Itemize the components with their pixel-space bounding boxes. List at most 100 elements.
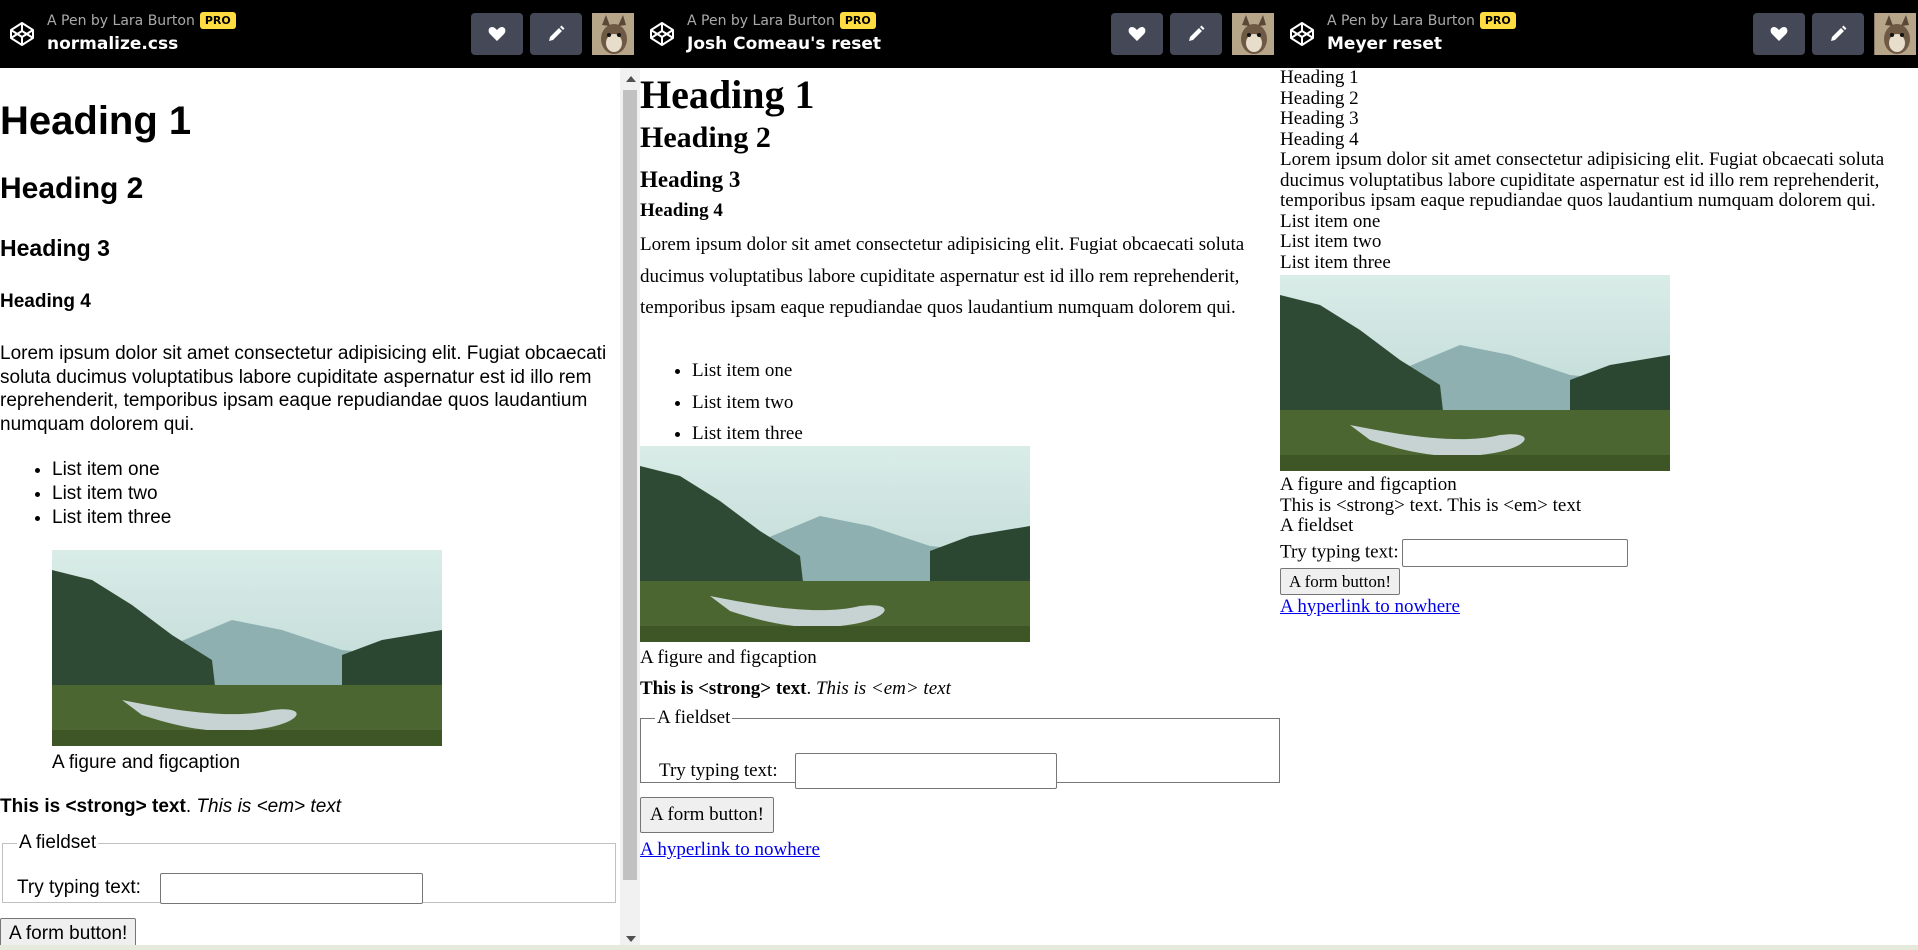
pen-byline[interactable]: A Pen by Lara Burton PRO [687,12,876,30]
heart-button[interactable] [471,13,523,55]
form-button[interactable]: A form button! [1280,567,1400,595]
avatar[interactable] [1874,13,1916,55]
avatar-image [1232,13,1274,55]
pen-byline[interactable]: A Pen by Lara Burton PRO [47,12,236,30]
heading-2: Heading 2 [0,172,144,205]
list-item: List item one [1280,210,1381,232]
pen-header: A Pen by Lara Burton PRO Meyer reset [1280,0,1918,68]
codepen-logo-icon[interactable] [1288,20,1316,48]
pencil-icon [549,25,565,41]
pen-byline[interactable]: A Pen by Lara Burton PRO [1327,12,1516,30]
bottom-edge [0,945,1918,950]
strong-text: This is <strong> text [640,678,807,699]
text-input[interactable] [160,873,423,904]
list-item: List item two [1280,231,1382,252]
landscape-image [640,446,1030,642]
input-label: Try typing text: [1280,540,1399,562]
heart-icon [1128,27,1146,41]
text-input[interactable] [795,753,1057,789]
heart-button[interactable] [1111,13,1163,55]
pencil-icon [1831,25,1847,41]
fieldset-legend: A fieldset [657,707,731,728]
heading-1: Heading 1 [640,72,815,117]
separator: . [1438,494,1443,516]
demo-list: List item one List item two List item th… [0,458,171,530]
figcaption: A figure and figcaption [1280,474,1457,495]
list-item: List item three [692,418,803,450]
pro-badge: PRO [199,12,236,29]
lorem-paragraph: Lorem ipsum dolor sit amet consectetur a… [1280,149,1885,211]
avatar-image [592,13,634,55]
landscape-image [52,550,442,746]
avatar-image [1875,13,1916,55]
strong-em-line: This is <strong> text. This is <em> text [1280,494,1918,517]
heading-3: Heading 3 [0,235,110,261]
preview-content: Heading 1 Heading 2 Heading 3 Heading 4 … [0,68,620,950]
heart-icon [1770,27,1788,41]
lorem-paragraph: Lorem ipsum dolor sit amet consectetur a… [640,234,1245,318]
pencil-icon [1189,25,1205,41]
list-item: List item three [52,506,171,530]
scroll-down-arrow-icon[interactable] [626,936,636,942]
edit-button[interactable] [1170,13,1222,55]
pro-badge: PRO [1479,12,1516,29]
pen-title[interactable]: Josh Comeau's reset [687,33,881,55]
heading-4: Heading 4 [640,200,723,221]
list-item: List item one [692,355,803,387]
pen-header: A Pen by Lara Burton PRO Josh Comeau's re… [640,0,1280,68]
strong-text: This is <strong> text [1280,494,1439,516]
heading-2: Heading 2 [1280,87,1359,109]
avatar[interactable] [1232,13,1274,55]
input-label: Try typing text: [17,877,141,898]
byline-text[interactable]: A Pen by Lara Burton [687,13,835,29]
list-item: List item one [52,458,171,482]
pen-preview-josh-comeau: A Pen by Lara Burton PRO Josh Comeau's re… [640,0,1280,950]
pen-title[interactable]: normalize.css [47,33,178,55]
heart-icon [488,27,506,41]
avatar[interactable] [592,13,634,55]
demo-fieldset: A fieldset Try typing text: [640,707,1280,789]
hyperlink[interactable]: A hyperlink to nowhere [1280,596,1918,618]
codepen-logo-icon[interactable] [8,20,36,48]
byline-text[interactable]: A Pen by Lara Burton [1327,13,1475,29]
demo-fieldset: Try typing text: [1280,537,1918,567]
em-text: This is <em> text [1447,494,1582,516]
heart-button[interactable] [1753,13,1805,55]
scroll-thumb[interactable] [623,90,637,880]
form-button[interactable]: A form button! [640,797,774,833]
byline-text[interactable]: A Pen by Lara Burton [47,13,195,29]
pen-preview-meyer: A Pen by Lara Burton PRO Meyer reset Head… [1280,0,1918,950]
pen-title[interactable]: Meyer reset [1327,33,1442,55]
edit-button[interactable] [1812,13,1864,55]
pen-header: A Pen by Lara Burton PRO normalize.css [0,0,640,68]
list-item: List item three [1280,251,1391,273]
heading-3: Heading 3 [1280,108,1359,129]
heading-4: Heading 4 [1280,128,1359,150]
demo-list: List item one List item two List item th… [640,355,803,450]
em-text: This is <em> text [815,678,951,699]
codepen-logo-icon[interactable] [648,20,676,48]
input-label: Try typing text: [659,760,778,781]
preview-content: Heading 1 Heading 2 Heading 3 Heading 4 … [1280,68,1918,950]
heading-3: Heading 3 [640,167,741,192]
pen-preview-normalize: A Pen by Lara Burton PRO normalize.css He… [0,0,640,950]
heading-4: Heading 4 [0,291,91,312]
vertical-scrollbar[interactable] [620,68,640,950]
fieldset-legend: A fieldset [1280,515,1354,536]
separator: . [185,796,192,817]
list-item: List item two [692,387,803,419]
scroll-up-arrow-icon[interactable] [626,76,636,82]
fieldset-legend: A fieldset [19,832,97,853]
heading-1: Heading 1 [0,99,192,143]
edit-button[interactable] [530,13,582,55]
text-input[interactable] [1401,538,1628,567]
figcaption: A figure and figcaption [52,752,241,773]
strong-text: This is <strong> text [0,796,186,817]
figcaption: A figure and figcaption [640,647,817,668]
heading-2: Heading 2 [640,121,771,154]
heading-1: Heading 1 [1280,68,1359,88]
em-text: This is <em> text [196,796,342,817]
preview-content: Heading 1 Heading 2 Heading 3 Heading 4 … [640,68,1280,950]
strong-em-line: This is <strong> text. This is <em> text [640,677,951,701]
hyperlink[interactable]: A hyperlink to nowhere [640,838,820,862]
